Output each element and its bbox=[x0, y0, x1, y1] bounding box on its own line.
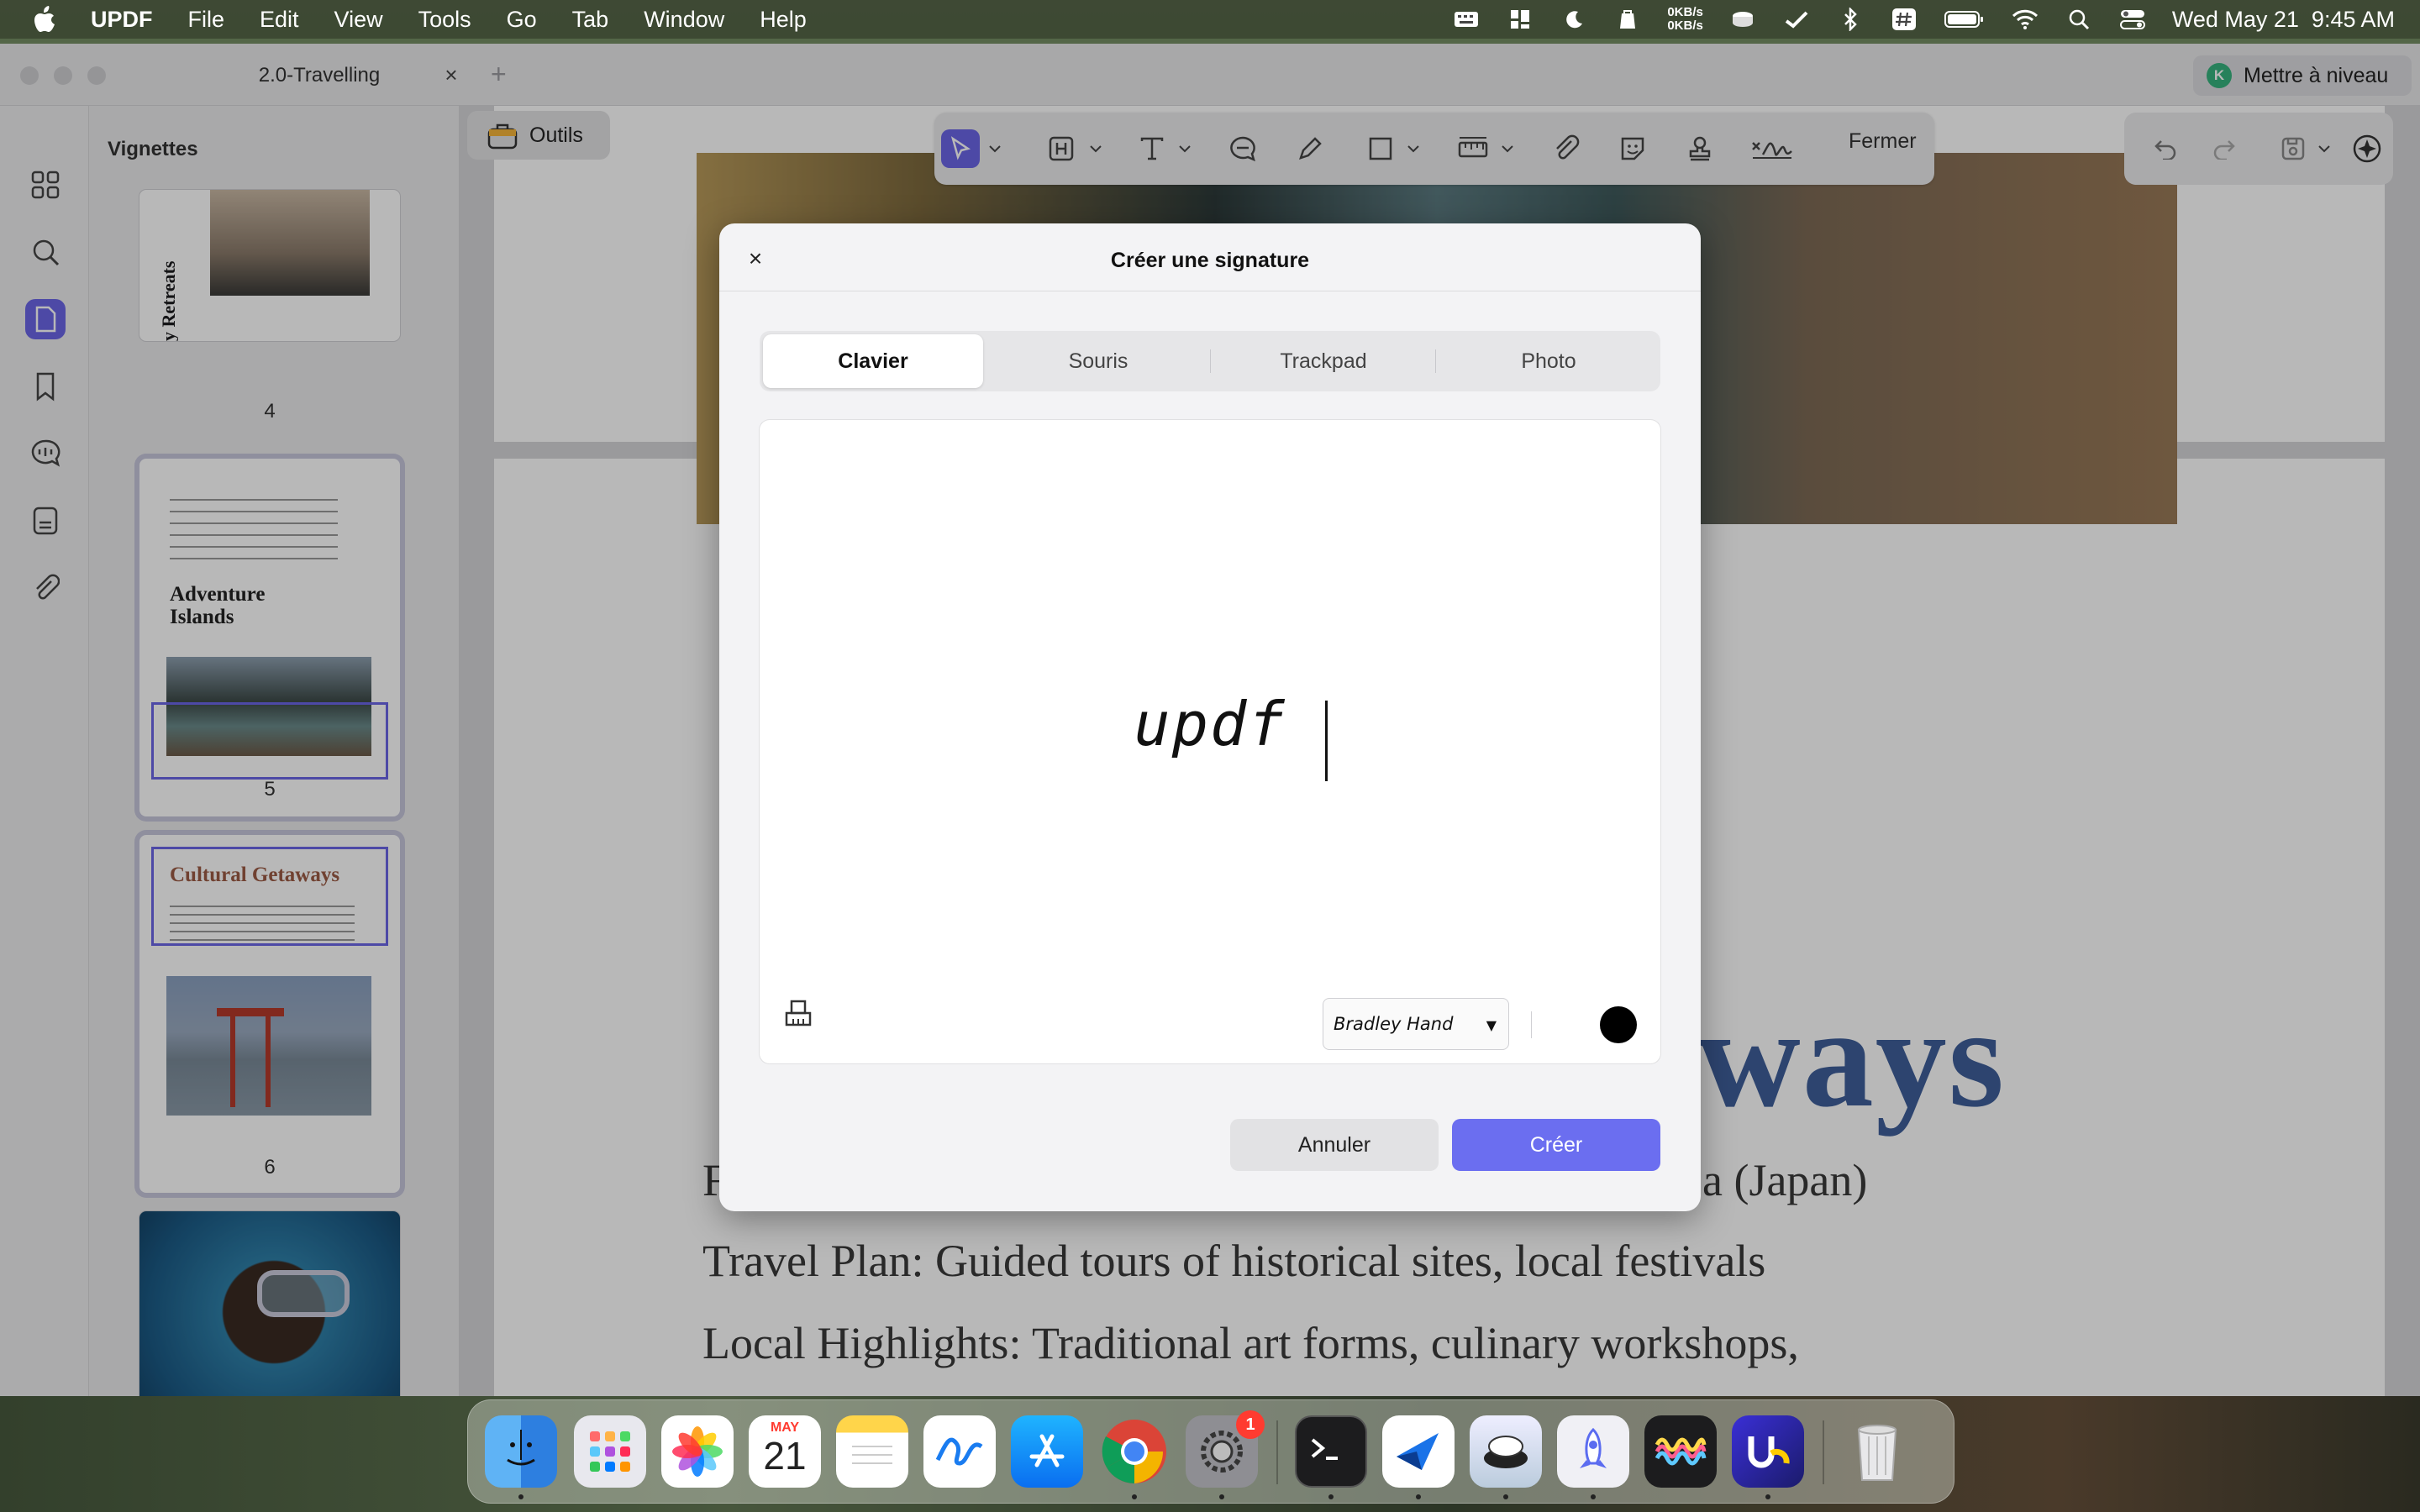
rocket-icon[interactable] bbox=[1557, 1415, 1629, 1488]
menu-app-name[interactable]: UPDF bbox=[91, 7, 153, 33]
wave-icon[interactable] bbox=[1644, 1415, 1717, 1488]
text-cursor bbox=[1325, 701, 1328, 781]
apple-icon[interactable] bbox=[34, 5, 59, 34]
updf-icon[interactable] bbox=[1732, 1415, 1804, 1488]
hash-icon[interactable] bbox=[1890, 7, 1918, 32]
tab-photo[interactable]: Photo bbox=[1439, 334, 1659, 388]
net-up: 0KB/s bbox=[1667, 5, 1703, 19]
notes-icon[interactable] bbox=[836, 1415, 908, 1488]
signature-mode-tabs: Clavier Souris Trackpad Photo bbox=[760, 331, 1660, 391]
dialog-title: Créer une signature bbox=[1110, 249, 1310, 272]
tab-mouse[interactable]: Souris bbox=[988, 334, 1208, 388]
running-indicator bbox=[1132, 1494, 1137, 1499]
photos-icon[interactable] bbox=[661, 1415, 734, 1488]
dock: MAY 21 1 bbox=[467, 1399, 1954, 1504]
tab-divider bbox=[1435, 349, 1436, 373]
menubar-clock[interactable]: Wed May 21 9:45 AM bbox=[2172, 7, 2395, 33]
ink-color-swatch[interactable] bbox=[1600, 1006, 1637, 1043]
menu-window[interactable]: Window bbox=[644, 7, 724, 33]
spotlight-search-icon[interactable] bbox=[2065, 7, 2093, 32]
chevron-down-icon: ▼ bbox=[1486, 1017, 1497, 1033]
tab-trackpad[interactable]: Trackpad bbox=[1213, 334, 1434, 388]
font-select[interactable]: Bradley Hand ▼ bbox=[1323, 998, 1509, 1050]
toolbar-divider bbox=[1531, 1011, 1532, 1038]
running-indicator bbox=[1591, 1494, 1596, 1499]
cancel-button[interactable]: Annuler bbox=[1230, 1119, 1439, 1171]
wifi-icon[interactable] bbox=[2011, 7, 2039, 32]
battery-icon bbox=[1944, 7, 1986, 32]
tab-divider bbox=[1210, 349, 1211, 373]
calendar-day: 21 bbox=[763, 1434, 807, 1478]
check-hat-icon[interactable] bbox=[1782, 7, 1811, 32]
trash-icon[interactable] bbox=[1841, 1415, 1913, 1488]
menu-view[interactable]: View bbox=[334, 7, 383, 33]
eraser-icon[interactable] bbox=[780, 995, 817, 1032]
keyboard-status-icon[interactable] bbox=[1452, 7, 1481, 32]
freeform-icon[interactable] bbox=[923, 1415, 996, 1488]
menu-edit[interactable]: Edit bbox=[260, 7, 299, 33]
tab-keyboard[interactable]: Clavier bbox=[763, 334, 983, 388]
running-indicator bbox=[518, 1494, 523, 1499]
notification-badge: 1 bbox=[1236, 1410, 1265, 1439]
menu-help[interactable]: Help bbox=[760, 7, 807, 33]
disk-icon[interactable] bbox=[1728, 7, 1757, 32]
bag-icon[interactable] bbox=[1613, 7, 1642, 32]
signature-canvas[interactable]: updf Bradley Hand ▼ bbox=[760, 420, 1660, 1063]
menu-tools[interactable]: Tools bbox=[418, 7, 471, 33]
moon-icon[interactable] bbox=[1560, 7, 1588, 32]
chrome-icon[interactable] bbox=[1098, 1415, 1171, 1488]
menu-tab[interactable]: Tab bbox=[572, 7, 609, 33]
menu-go[interactable]: Go bbox=[507, 7, 537, 33]
system-settings-icon[interactable]: 1 bbox=[1186, 1410, 1265, 1488]
running-indicator bbox=[1765, 1494, 1770, 1499]
dock-app-icon[interactable] bbox=[1470, 1415, 1542, 1488]
menu-bar: UPDF File Edit View Tools Go Tab Window … bbox=[0, 0, 2420, 39]
windows-grid-icon[interactable] bbox=[1506, 7, 1534, 32]
dock-separator bbox=[1276, 1420, 1278, 1484]
running-indicator bbox=[1503, 1494, 1508, 1499]
menu-file[interactable]: File bbox=[188, 7, 225, 33]
spark-icon[interactable] bbox=[1382, 1415, 1455, 1488]
create-button[interactable]: Créer bbox=[1452, 1119, 1660, 1171]
bluetooth-icon[interactable] bbox=[1836, 7, 1865, 32]
dock-separator bbox=[1823, 1420, 1824, 1484]
running-indicator bbox=[1219, 1494, 1224, 1499]
control-center-icon[interactable] bbox=[2118, 7, 2147, 32]
running-indicator bbox=[1328, 1494, 1334, 1499]
create-signature-dialog: × Créer une signature Clavier Souris Tra… bbox=[719, 223, 1701, 1211]
net-down: 0KB/s bbox=[1667, 18, 1703, 33]
calendar-icon[interactable]: MAY 21 bbox=[749, 1415, 821, 1488]
launchpad-icon[interactable] bbox=[574, 1415, 646, 1488]
finder-icon[interactable] bbox=[485, 1415, 557, 1488]
signature-preview: updf bbox=[1134, 689, 1286, 759]
status-area: 0KB/s 0KB/s Wed May 21 9:45 AM bbox=[1452, 0, 2395, 39]
running-indicator bbox=[1416, 1494, 1421, 1499]
font-select-value: Bradley Hand bbox=[1334, 1014, 1454, 1034]
network-speed: 0KB/s 0KB/s bbox=[1667, 6, 1703, 33]
terminal-icon[interactable] bbox=[1295, 1415, 1367, 1488]
app-store-icon[interactable] bbox=[1011, 1415, 1083, 1488]
